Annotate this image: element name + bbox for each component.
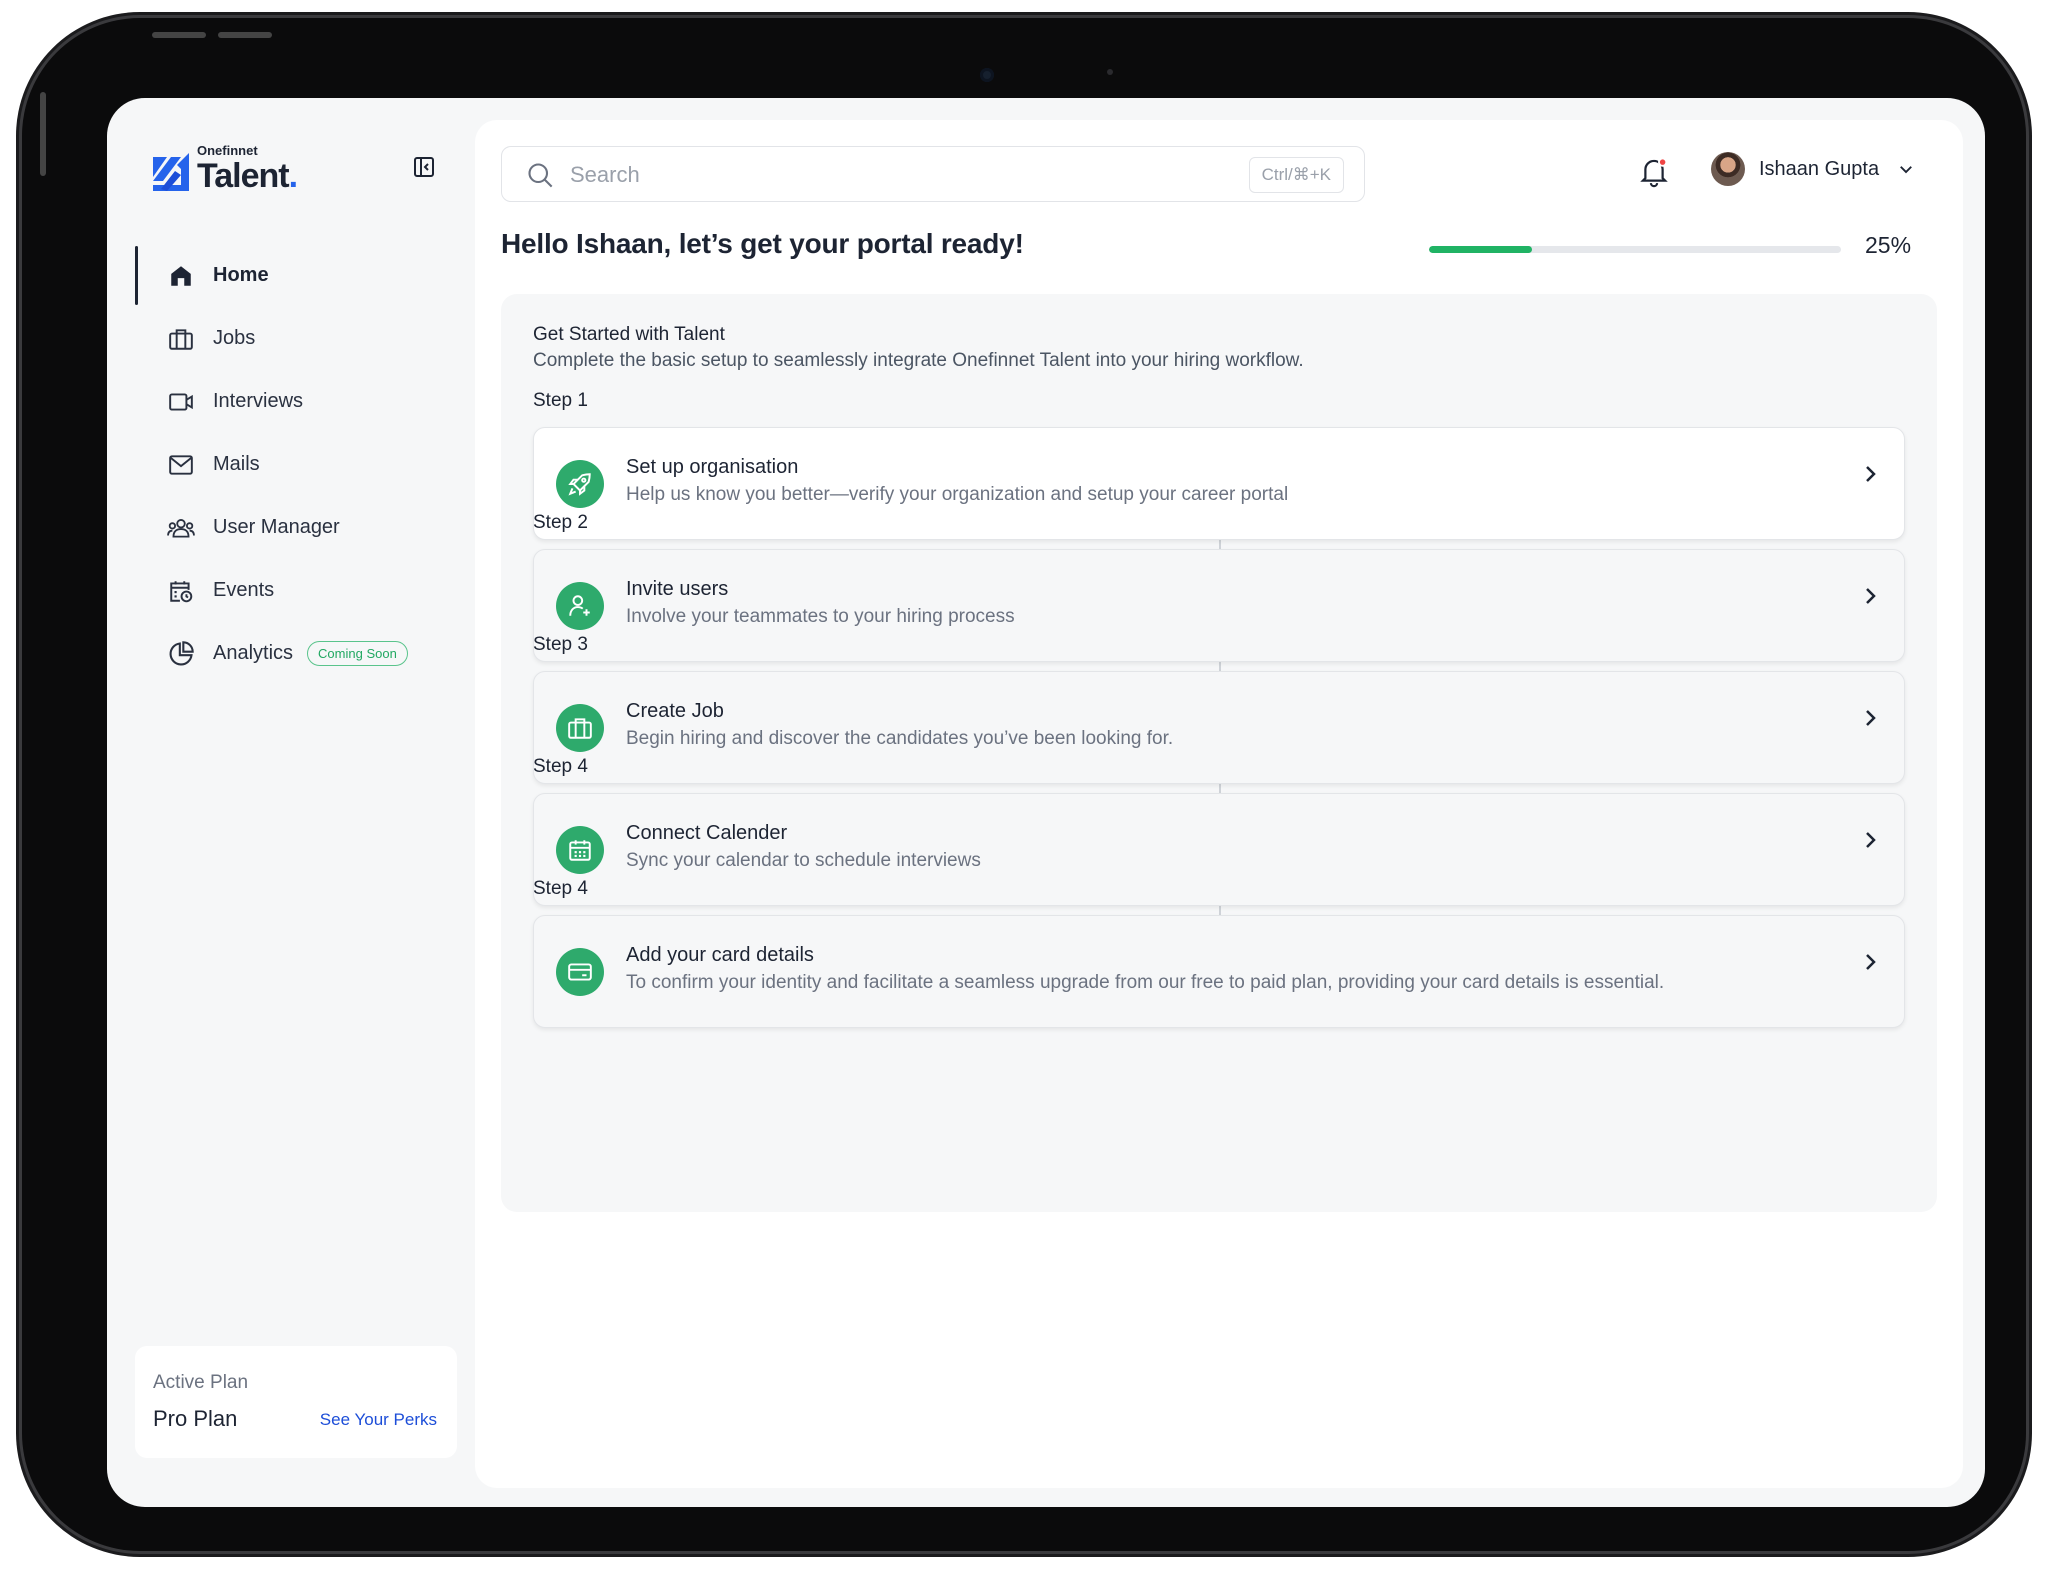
video-icon xyxy=(167,388,195,416)
plan-label: Active Plan xyxy=(153,1372,249,1393)
page-title: Hello Ishaan, let’s get your portal read… xyxy=(501,228,1024,259)
step-title: Set up organisation xyxy=(626,456,799,478)
sidebar-item-interviews[interactable]: Interviews xyxy=(107,370,475,433)
step-title: Connect Calender xyxy=(626,822,788,844)
step-title: Add your card details xyxy=(626,944,814,966)
setup-progress-bar xyxy=(1429,246,1841,253)
logo[interactable]: Onefinnet Talent. xyxy=(151,143,298,195)
credit-card-icon xyxy=(556,948,604,996)
panel-title: Get Started with Talent xyxy=(533,324,725,345)
sidebar-item-analytics[interactable]: Analytics Coming Soon xyxy=(107,622,475,685)
calendar-icon xyxy=(556,826,604,874)
see-perks-link[interactable]: See Your Perks xyxy=(320,1410,437,1430)
rocket-icon xyxy=(556,460,604,508)
step-label: Step 4 xyxy=(533,878,588,899)
sidebar-item-label: Mails xyxy=(213,453,260,475)
sidebar-item-label: Jobs xyxy=(213,327,256,349)
step-title: Create Job xyxy=(626,700,724,722)
chevron-right-icon xyxy=(1858,950,1882,974)
user-plus-icon xyxy=(556,582,604,630)
step-card-add-card-details[interactable]: Add your card details To confirm your id… xyxy=(533,915,1905,1028)
notification-bell-icon[interactable] xyxy=(1639,156,1669,188)
briefcase-icon xyxy=(167,325,195,353)
sidebar-item-mails[interactable]: Mails xyxy=(107,433,475,496)
hardware-button xyxy=(152,32,206,38)
pie-chart-icon xyxy=(167,640,195,668)
calendar-clock-icon xyxy=(167,577,195,605)
step-title: Invite users xyxy=(626,578,729,600)
sidebar-item-label: Home xyxy=(213,264,269,286)
step-description: To confirm your identity and facilitate … xyxy=(626,972,1665,993)
step-description: Begin hiring and discover the candidates… xyxy=(626,728,1174,749)
sensor xyxy=(1107,69,1113,75)
get-started-panel: Get Started with Talent Complete the bas… xyxy=(501,294,1937,1212)
sidebar-item-label: Events xyxy=(213,579,275,601)
sidebar: Onefinnet Talent. Home Jobs Interviews M… xyxy=(107,98,475,1507)
progress-percent: 25% xyxy=(1865,232,1912,258)
briefcase-icon xyxy=(556,704,604,752)
step-label: Step 1 xyxy=(533,390,588,411)
main-content: Ctrl/⌘+K Ishaan Gupta Hello Ishaan, let’… xyxy=(475,120,1963,1488)
chevron-right-icon xyxy=(1858,462,1882,486)
hardware-button xyxy=(40,92,46,176)
logo-company: Onefinnet xyxy=(197,143,258,158)
home-icon xyxy=(167,262,195,290)
sidebar-item-events[interactable]: Events xyxy=(107,559,475,622)
step-description: Sync your calendar to schedule interview… xyxy=(626,850,981,871)
search-shortcut-hint: Ctrl/⌘+K xyxy=(1248,157,1344,193)
chevron-right-icon xyxy=(1858,706,1882,730)
app-screen: Onefinnet Talent. Home Jobs Interviews M… xyxy=(107,98,1985,1507)
step-card-invite-users[interactable]: Invite users Involve your teammates to y… xyxy=(533,549,1905,662)
step-label: Step 4 xyxy=(533,756,588,777)
step-card-setup-organisation[interactable]: Set up organisation Help us know you bet… xyxy=(533,427,1905,540)
search-icon xyxy=(526,161,554,189)
chevron-down-icon xyxy=(1897,160,1915,178)
step-description: Help us know you better—verify your orga… xyxy=(626,484,1289,505)
sidebar-item-label: User Manager xyxy=(213,516,340,538)
user-name: Ishaan Gupta xyxy=(1759,157,1880,180)
step-description: Involve your teammates to your hiring pr… xyxy=(626,606,1015,627)
logo-mark-icon xyxy=(151,151,191,193)
step-card-connect-calendar[interactable]: Connect Calender Sync your calendar to s… xyxy=(533,793,1905,906)
chevron-right-icon xyxy=(1858,828,1882,852)
coming-soon-badge: Coming Soon xyxy=(307,641,408,666)
user-profile-menu[interactable]: Ishaan Gupta xyxy=(1711,152,1915,186)
users-icon xyxy=(167,514,195,542)
step-card-create-job[interactable]: Create Job Begin hiring and discover the… xyxy=(533,671,1905,784)
sidebar-item-label: Interviews xyxy=(213,390,304,412)
progress-fill xyxy=(1429,246,1532,253)
step-label: Step 2 xyxy=(533,512,588,533)
sidebar-item-label: Analytics xyxy=(213,642,294,664)
active-plan-card: Active Plan Pro Plan See Your Perks xyxy=(135,1346,457,1458)
search-input[interactable] xyxy=(570,157,1210,193)
plan-name: Pro Plan xyxy=(153,1406,238,1431)
sidebar-item-home[interactable]: Home xyxy=(107,244,475,307)
search-box[interactable]: Ctrl/⌘+K xyxy=(501,146,1365,202)
sidebar-nav: Home Jobs Interviews Mails User Manager … xyxy=(107,244,475,685)
sidebar-item-jobs[interactable]: Jobs xyxy=(107,307,475,370)
avatar xyxy=(1711,152,1745,186)
step-label: Step 3 xyxy=(533,634,588,655)
sidebar-collapse-icon[interactable] xyxy=(412,155,436,179)
panel-subtitle: Complete the basic setup to seamlessly i… xyxy=(533,350,1304,371)
camera xyxy=(980,68,994,82)
hardware-button xyxy=(218,32,272,38)
mail-icon xyxy=(167,451,195,479)
tablet-frame: Onefinnet Talent. Home Jobs Interviews M… xyxy=(22,18,2026,1551)
chevron-right-icon xyxy=(1858,584,1882,608)
sidebar-item-user-manager[interactable]: User Manager xyxy=(107,496,475,559)
logo-product: Talent. xyxy=(197,157,298,195)
